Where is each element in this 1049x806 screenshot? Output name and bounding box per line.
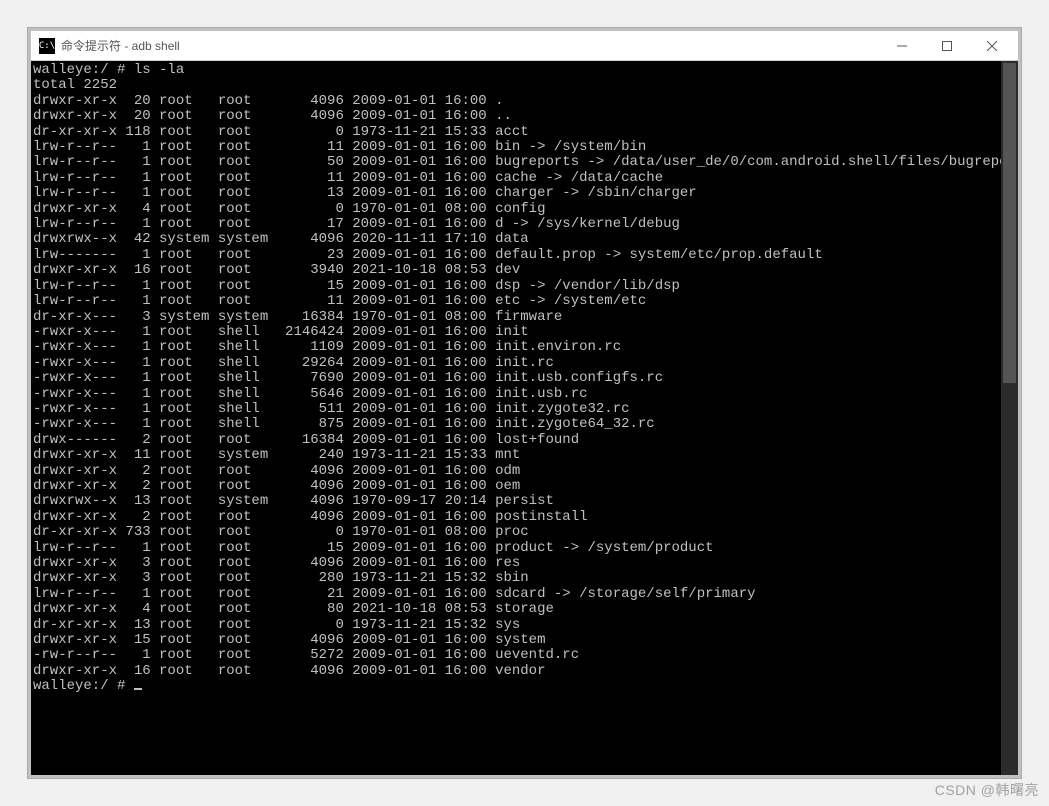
scroll-thumb[interactable] — [1003, 63, 1016, 383]
window-frame: C:\ 命令提示符 - adb shell walleye:/ # ls -la… — [28, 28, 1021, 778]
cmd-icon: C:\ — [39, 38, 55, 54]
titlebar[interactable]: C:\ 命令提示符 - adb shell — [31, 31, 1018, 61]
terminal-area: walleye:/ # ls -la total 2252 drwxr-xr-x… — [31, 61, 1018, 775]
close-button[interactable] — [969, 31, 1014, 61]
cursor — [134, 688, 142, 690]
terminal-output[interactable]: walleye:/ # ls -la total 2252 drwxr-xr-x… — [31, 61, 1001, 775]
minimize-button[interactable] — [879, 31, 924, 61]
window-title: 命令提示符 - adb shell — [61, 37, 180, 54]
scrollbar[interactable] — [1001, 61, 1018, 775]
watermark: CSDN @韩曙亮 — [935, 780, 1039, 800]
maximize-button[interactable] — [924, 31, 969, 61]
